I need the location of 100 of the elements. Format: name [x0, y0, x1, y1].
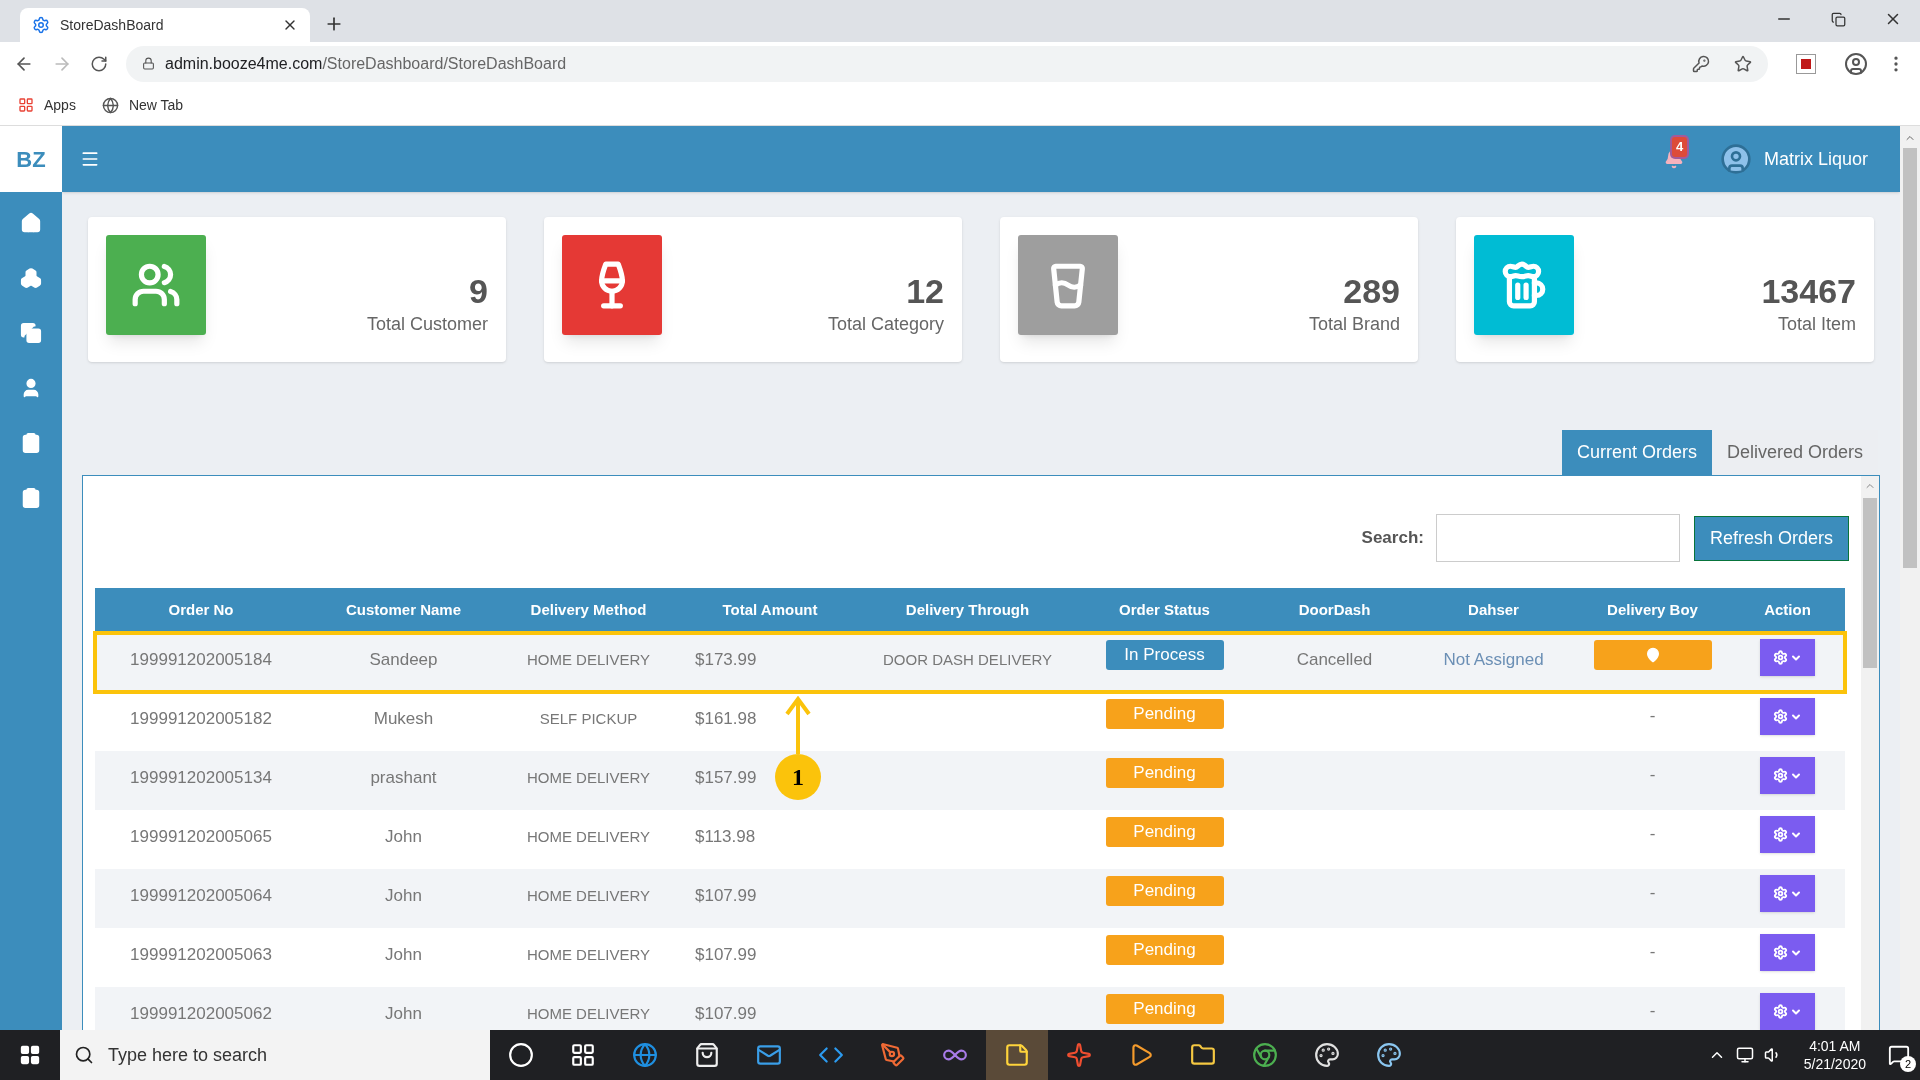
- star-icon[interactable]: [1734, 54, 1752, 73]
- restore-icon[interactable]: [1831, 11, 1846, 27]
- stat-label: Total Customer: [366, 313, 488, 336]
- table-cell: John: [385, 945, 422, 964]
- store-bag-icon[interactable]: [694, 1042, 720, 1068]
- column-header: Delivery Boy: [1575, 588, 1730, 633]
- gear-icon: [1773, 827, 1788, 842]
- network-icon[interactable]: [1735, 1046, 1754, 1064]
- notification-count: 2: [1900, 1056, 1916, 1072]
- table-cell: 199991202005062: [130, 1004, 272, 1023]
- action-menu-button[interactable]: [1760, 816, 1815, 853]
- mail-icon[interactable]: [756, 1042, 782, 1068]
- browser-icon[interactable]: [1252, 1042, 1278, 1068]
- shield-extension-icon[interactable]: [1796, 53, 1816, 74]
- stat-value: 9: [469, 271, 488, 311]
- palette-icon[interactable]: [1376, 1042, 1402, 1068]
- table-cell: John: [385, 886, 422, 905]
- clock-date: 5/21/2020: [1803, 1055, 1866, 1073]
- action-menu-button[interactable]: [1760, 875, 1815, 912]
- gear-icon: [1773, 709, 1788, 724]
- search-icon: [74, 1045, 94, 1065]
- column-header: Customer Name: [307, 588, 500, 633]
- bookmark-link[interactable]: Apps: [44, 94, 76, 116]
- starburst-icon[interactable]: [1066, 1042, 1092, 1068]
- user-name[interactable]: Matrix Liquor: [1763, 145, 1868, 173]
- profile-icon[interactable]: [1844, 51, 1868, 76]
- column-header: DoorDash: [1257, 588, 1412, 633]
- table-cell: $161.98: [695, 709, 757, 728]
- table-cell: HOME DELIVERY: [526, 946, 651, 963]
- status-badge: Pending: [1105, 876, 1224, 906]
- search-field[interactable]: [1435, 514, 1680, 562]
- table-cell-text: -: [1649, 882, 1656, 904]
- action-menu-button[interactable]: [1760, 757, 1815, 794]
- annotation-arrow: [785, 696, 811, 754]
- table-cell: 199991202005134: [130, 768, 272, 787]
- table-cell: SELF PICKUP: [539, 710, 638, 727]
- status-badge: In Process: [1105, 640, 1224, 670]
- scrollbar-thumb[interactable]: [1903, 148, 1917, 568]
- panel-scrollbar[interactable]: [1861, 476, 1879, 1030]
- table-cell: 199991202005182: [130, 709, 272, 728]
- column-header: Total Amount: [677, 588, 863, 633]
- clock[interactable]: 4:01 AM 5/21/2020: [1803, 1037, 1866, 1073]
- map-pin-icon: [1644, 647, 1661, 663]
- table-cell: John: [385, 1004, 422, 1023]
- action-center-icon[interactable]: [1888, 1044, 1910, 1066]
- notification-badge: 4: [1671, 137, 1688, 157]
- windows-start-icon[interactable]: [19, 1044, 41, 1066]
- status-badge: Pending: [1105, 817, 1224, 847]
- table-cell: HOME DELIVERY: [526, 1005, 651, 1022]
- action-menu-button[interactable]: [1760, 698, 1815, 735]
- menu-icon[interactable]: [80, 149, 100, 169]
- stacked-cards-icon[interactable]: [20, 322, 42, 344]
- table-cell: HOME DELIVERY: [526, 828, 651, 845]
- refresh-orders-button[interactable]: Refresh Orders: [1693, 515, 1849, 561]
- avatar-icon[interactable]: [1719, 143, 1752, 175]
- table-cell: 199991202005064: [130, 886, 272, 905]
- globe-icon: [101, 96, 119, 114]
- status-badge: Pending: [1105, 699, 1224, 729]
- table-cell: HOME DELIVERY: [526, 651, 651, 668]
- column-header: Order No: [95, 588, 307, 633]
- gear-icon: [1773, 886, 1788, 901]
- table-cell: HOME DELIVERY: [526, 769, 651, 786]
- address-bar[interactable]: admin.booze4me.com/StoreDashboard/StoreDashBoard: [126, 45, 1768, 82]
- table-cell: Cancelled: [1296, 650, 1373, 669]
- table-cell: $107.99: [695, 886, 757, 905]
- bookmark-link[interactable]: New Tab: [128, 94, 184, 116]
- tab-title: StoreDashBoard: [60, 15, 165, 35]
- column-header: Delivery Through: [863, 588, 1072, 633]
- action-menu-button[interactable]: [1760, 934, 1815, 971]
- browser-icon[interactable]: [632, 1042, 658, 1068]
- taskbar-search-field[interactable]: Type here to search: [60, 1030, 490, 1080]
- pen-icon[interactable]: [880, 1042, 906, 1068]
- table-cell: $107.99: [695, 945, 757, 964]
- table-cell: $157.99: [695, 768, 757, 787]
- browser-tab[interactable]: StoreDashBoard: [20, 8, 310, 42]
- apps-icon: [18, 97, 34, 113]
- stat-value: 13467: [1761, 271, 1856, 311]
- scrollbar-thumb[interactable]: [1863, 498, 1877, 668]
- table-cell: Mukesh: [373, 709, 434, 728]
- clipboard-icon[interactable]: [20, 432, 42, 454]
- orders-tab[interactable]: Current Orders: [1561, 430, 1712, 475]
- home-icon[interactable]: [20, 212, 42, 234]
- clipboard-icon[interactable]: [20, 487, 42, 509]
- action-menu-button[interactable]: [1760, 993, 1815, 1030]
- stat-value: 12: [906, 271, 944, 311]
- task-view-icon[interactable]: [570, 1042, 596, 1068]
- column-header: Order Status: [1072, 588, 1257, 633]
- page-scrollbar[interactable]: [1900, 126, 1920, 1030]
- cortana-circle-icon[interactable]: [508, 1042, 534, 1068]
- paint-icon[interactable]: [1314, 1042, 1340, 1068]
- column-header: Action: [1730, 588, 1845, 633]
- reload-icon[interactable]: [90, 54, 108, 73]
- key-icon[interactable]: [1692, 54, 1710, 73]
- search-placeholder: Type here to search: [108, 1043, 268, 1067]
- sticky-note-icon[interactable]: [1004, 1042, 1030, 1068]
- folder-icon[interactable]: [1190, 1042, 1216, 1068]
- gear-icon: [1773, 650, 1788, 665]
- table-cell-text: -: [1649, 705, 1656, 727]
- action-menu-button[interactable]: [1760, 639, 1815, 676]
- table-cell-text: -: [1649, 764, 1656, 786]
